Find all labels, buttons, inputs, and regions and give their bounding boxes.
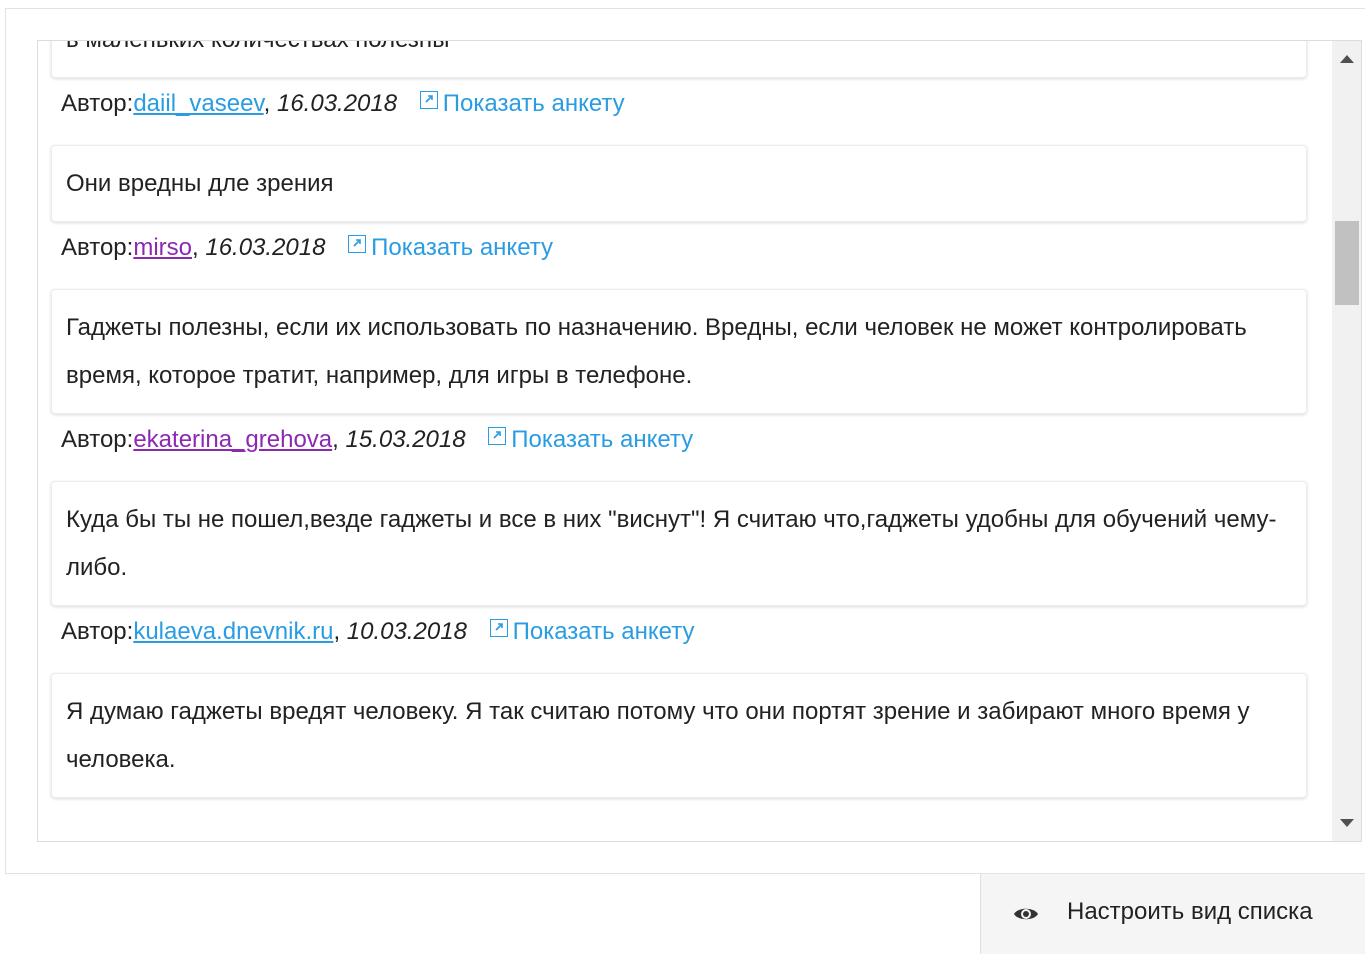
comment-text-box: Я думаю гаджеты вредят человеку. Я так с… — [51, 673, 1307, 798]
comments-list[interactable]: в маленьких количествах полезны Автор:da… — [37, 40, 1362, 842]
scroll-down-arrow-icon[interactable] — [1340, 819, 1354, 827]
external-link-icon[interactable] — [489, 619, 508, 637]
eye-icon — [1013, 902, 1039, 930]
show-profile-link[interactable]: Показать анкету — [371, 234, 553, 261]
comment-meta: Автор:mirso, 16.03.2018 Показать анкету — [61, 234, 554, 261]
scroll-thumb[interactable] — [1335, 221, 1359, 305]
comments-content: в маленьких количествах полезны Автор:da… — [51, 41, 1307, 798]
vertical-scrollbar[interactable] — [1332, 41, 1361, 841]
author-label: Автор: — [61, 234, 134, 261]
external-link-icon[interactable] — [488, 427, 507, 445]
comment-meta: Автор:ekaterina_grehova, 15.03.2018 Пока… — [61, 426, 694, 453]
comment-meta: Автор:daiil_vaseev, 16.03.2018 Показать … — [61, 90, 625, 117]
comment-date: 16.03.2018 — [205, 234, 326, 261]
author-label: Автор: — [61, 618, 134, 645]
show-profile-link[interactable]: Показать анкету — [443, 90, 625, 117]
comment-date: 16.03.2018 — [276, 90, 398, 117]
configure-list-view-button[interactable]: Настроить вид списка — [980, 874, 1365, 954]
author-label: Автор: — [61, 90, 134, 117]
comment-text-box: Они вредны дле зрения — [51, 145, 1307, 222]
show-profile-link[interactable]: Показать анкету — [511, 426, 693, 453]
author-link[interactable]: mirso — [133, 234, 192, 261]
comment-text: Куда бы ты не пошел,везде гаджеты и все … — [66, 506, 1277, 581]
author-link[interactable]: kulaeva.dnevnik.ru — [133, 618, 333, 645]
comment-text: в маленьких количествах полезны — [66, 41, 449, 53]
comment-date: 15.03.2018 — [345, 426, 466, 453]
comment-date: 10.03.2018 — [346, 618, 467, 645]
external-link-icon[interactable] — [419, 91, 438, 109]
comment-text: Я думаю гаджеты вредят человеку. Я так с… — [66, 698, 1250, 773]
author-link[interactable]: daiil_vaseev — [133, 90, 263, 117]
configure-list-view-label: Настроить вид списка — [1067, 898, 1313, 925]
comment-meta: Автор:kulaeva.dnevnik.ru, 10.03.2018 Пок… — [61, 618, 695, 645]
comment-text: Гаджеты полезны, если их использовать по… — [66, 314, 1247, 389]
scroll-up-arrow-icon[interactable] — [1340, 55, 1354, 63]
comment-text-box: Куда бы ты не пошел,везде гаджеты и все … — [51, 481, 1307, 606]
comment-text-box: Гаджеты полезны, если их использовать по… — [51, 289, 1307, 414]
show-profile-link[interactable]: Показать анкету — [513, 618, 695, 645]
comment-text-box: в маленьких количествах полезны — [51, 41, 1307, 78]
external-link-icon[interactable] — [348, 235, 367, 253]
author-label: Автор: — [61, 426, 134, 453]
comment-text: Они вредны дле зрения — [66, 170, 334, 197]
author-link[interactable]: ekaterina_grehova — [133, 426, 332, 453]
